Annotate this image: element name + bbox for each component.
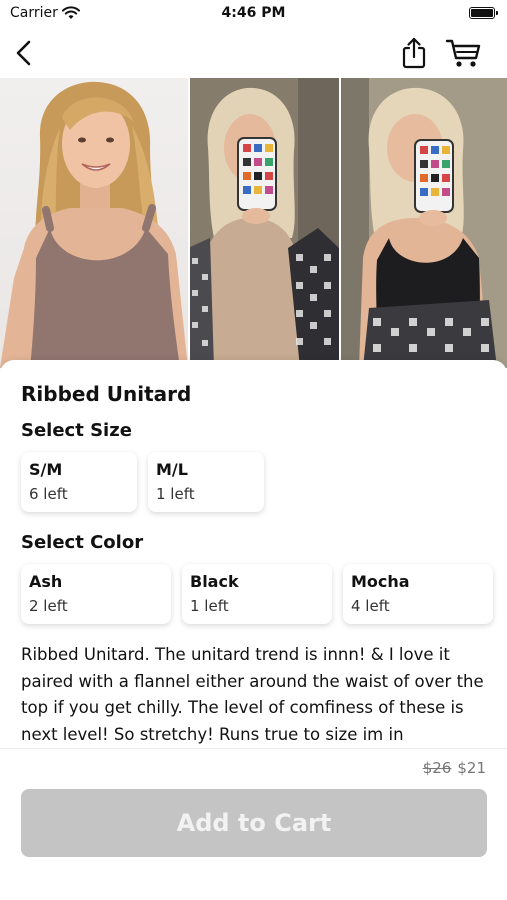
back-button[interactable] xyxy=(10,38,38,68)
nav-bar xyxy=(0,30,507,78)
cart-icon xyxy=(445,39,481,67)
color-heading: Select Color xyxy=(21,532,144,553)
size-heading: Select Size xyxy=(21,420,132,441)
gallery-divider xyxy=(339,78,341,368)
size-name: S/M xyxy=(29,460,63,479)
share-button[interactable] xyxy=(398,36,430,70)
price-row: $26 $21 xyxy=(423,759,486,777)
size-option-sm[interactable]: S/M 6 left xyxy=(21,452,137,512)
size-stock: 6 left xyxy=(29,485,68,503)
mirror-selfie-illustration xyxy=(339,78,507,368)
color-stock: 4 left xyxy=(351,597,390,615)
product-title: Ribbed Unitard xyxy=(21,382,192,406)
cart-button[interactable] xyxy=(444,36,484,70)
original-price: $26 xyxy=(422,759,452,777)
color-option-black[interactable]: Black 1 left xyxy=(182,564,332,624)
color-name: Black xyxy=(190,572,239,591)
gallery-divider xyxy=(188,78,190,368)
add-to-cart-button[interactable]: Add to Cart xyxy=(21,789,487,857)
color-stock: 1 left xyxy=(190,597,229,615)
clock: 4:46 PM xyxy=(221,5,286,21)
product-description: Ribbed Unitard. The unitard trend is inn… xyxy=(21,645,484,744)
size-option-ml[interactable]: M/L 1 left xyxy=(148,452,264,512)
product-photo[interactable] xyxy=(0,78,188,368)
chevron-left-icon xyxy=(16,40,31,66)
sale-price: $21 xyxy=(457,759,486,777)
share-icon xyxy=(402,37,426,69)
battery-icon xyxy=(469,7,498,19)
size-name: M/L xyxy=(156,460,188,479)
checkout-footer: $26 $21 Add to Cart xyxy=(0,748,507,900)
product-photo[interactable] xyxy=(339,78,507,368)
model-photo-illustration xyxy=(0,81,188,368)
color-option-mocha[interactable]: Mocha 4 left xyxy=(343,564,493,624)
color-name: Mocha xyxy=(351,572,410,591)
color-stock: 2 left xyxy=(29,597,68,615)
product-gallery[interactable] xyxy=(0,78,507,368)
status-bar: Carrier 4:46 PM xyxy=(0,0,507,30)
color-name: Ash xyxy=(29,572,63,591)
size-stock: 1 left xyxy=(156,485,195,503)
color-option-ash[interactable]: Ash 2 left xyxy=(21,564,171,624)
product-photo[interactable] xyxy=(188,78,339,368)
mirror-selfie-illustration xyxy=(188,78,339,368)
